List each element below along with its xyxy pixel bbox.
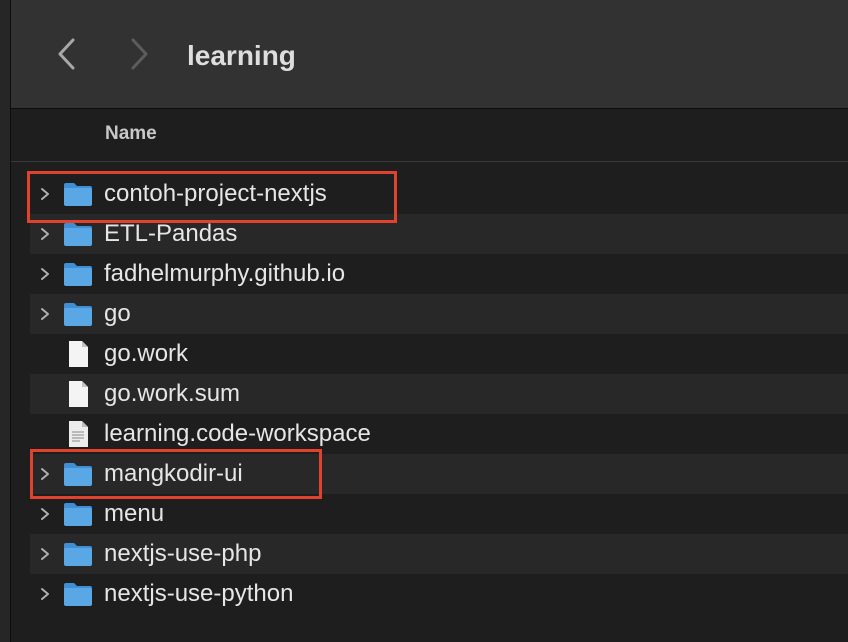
- item-name: go: [104, 300, 131, 327]
- disclosure-triangle-icon[interactable]: [40, 307, 50, 321]
- folder-icon: [62, 260, 94, 288]
- list-item[interactable]: go.work: [30, 334, 848, 374]
- disclosure-triangle-icon[interactable]: [40, 507, 50, 521]
- back-button[interactable]: [47, 34, 87, 74]
- disclosure-triangle-icon[interactable]: [40, 227, 50, 241]
- toolbar: learning: [11, 0, 848, 109]
- disclosure-triangle-icon[interactable]: [40, 587, 50, 601]
- list-item[interactable]: nextjs-use-python: [30, 574, 848, 614]
- file-icon: [62, 340, 94, 368]
- folder-icon: [62, 220, 94, 248]
- list-item[interactable]: learning.code-workspace: [30, 414, 848, 454]
- folder-icon: [62, 580, 94, 608]
- folder-icon: [62, 180, 94, 208]
- item-name: nextjs-use-python: [104, 580, 294, 607]
- list-item[interactable]: mangkodir-ui: [30, 454, 848, 494]
- column-header-label: Name: [105, 123, 157, 144]
- window-title: learning: [187, 40, 296, 71]
- item-name: nextjs-use-php: [104, 540, 262, 567]
- file-list: contoh-project-nextjs ETL-Pandas fadhelmur…: [30, 174, 848, 642]
- disclosure-triangle-icon[interactable]: [40, 467, 50, 481]
- list-item[interactable]: nextjs-use-php: [30, 534, 848, 574]
- item-name: learning.code-workspace: [104, 420, 371, 447]
- disclosure-triangle-icon[interactable]: [40, 187, 50, 201]
- chevron-left-icon: [58, 38, 75, 70]
- list-item[interactable]: go.work.sum: [30, 374, 848, 414]
- folder-icon: [62, 460, 94, 488]
- item-name: mangkodir-ui: [104, 460, 243, 487]
- list-item[interactable]: ETL-Pandas: [30, 214, 848, 254]
- disclosure-triangle-icon[interactable]: [40, 547, 50, 561]
- disclosure-triangle-icon[interactable]: [40, 267, 50, 281]
- finder-window: learning Name contoh-project-nextjs ETL-P…: [0, 0, 848, 642]
- item-name: ETL-Pandas: [104, 220, 238, 247]
- list-item[interactable]: menu: [30, 494, 848, 534]
- item-name: menu: [104, 500, 165, 527]
- list-item[interactable]: fadhelmurphy.github.io: [30, 254, 848, 294]
- sidebar-edge: [0, 0, 11, 642]
- forward-button[interactable]: [119, 34, 159, 74]
- text-file-icon: [62, 420, 94, 448]
- folder-icon: [62, 540, 94, 568]
- list-item[interactable]: go: [30, 294, 848, 334]
- list-item[interactable]: contoh-project-nextjs: [30, 174, 848, 214]
- item-name: fadhelmurphy.github.io: [104, 260, 346, 287]
- item-name: go.work: [104, 340, 189, 367]
- column-header-name[interactable]: Name: [11, 109, 848, 162]
- folder-icon: [62, 300, 94, 328]
- folder-icon: [62, 500, 94, 528]
- file-icon: [62, 380, 94, 408]
- item-name: contoh-project-nextjs: [104, 180, 327, 207]
- chevron-right-icon: [131, 38, 148, 70]
- item-name: go.work.sum: [104, 380, 241, 407]
